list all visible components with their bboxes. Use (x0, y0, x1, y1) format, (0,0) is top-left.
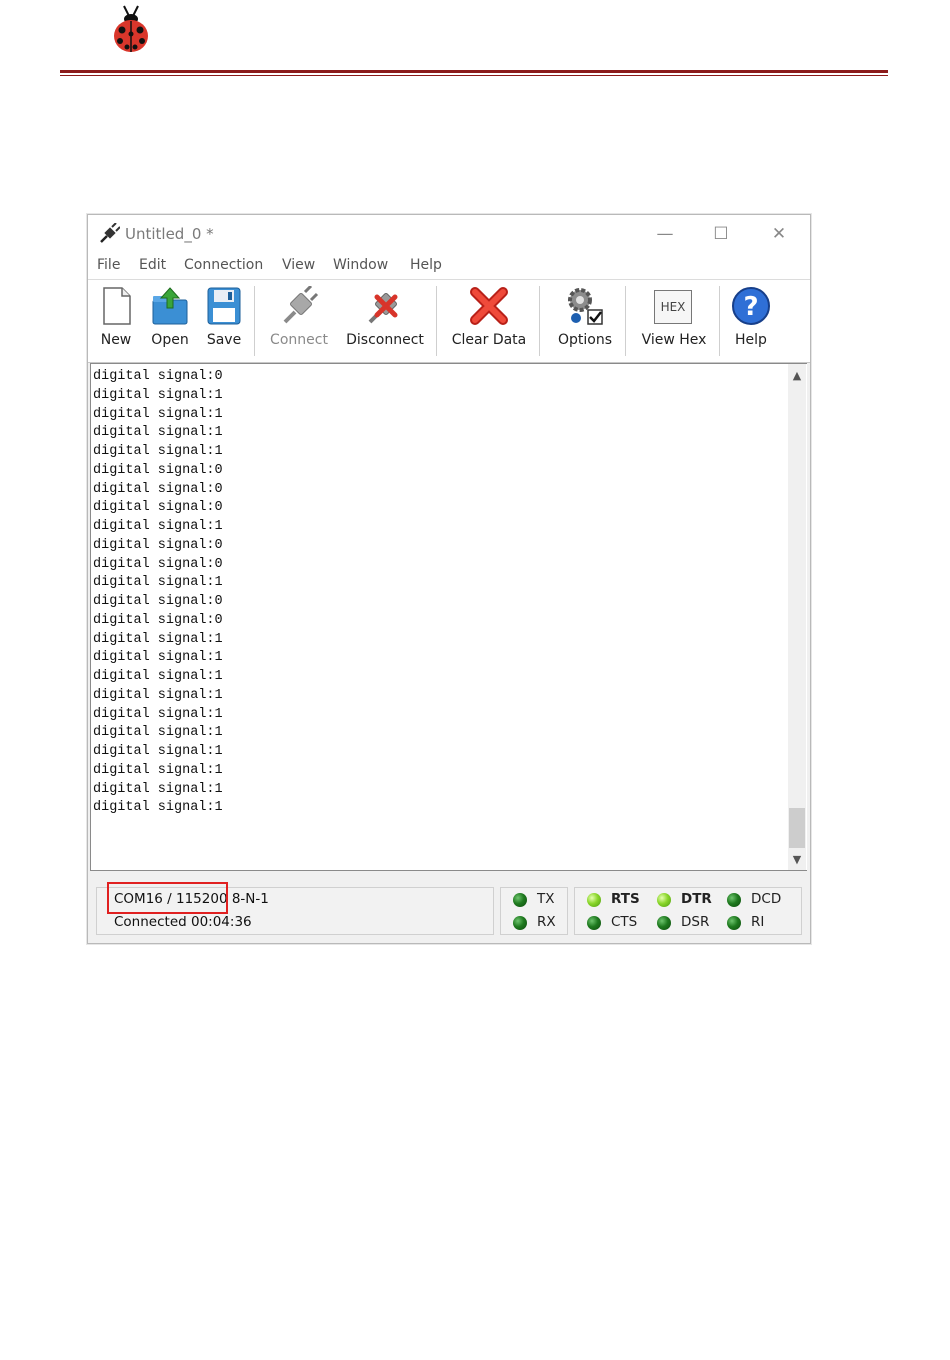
terminal-line: digital signal:1 (93, 706, 223, 722)
menu-window[interactable]: Window (333, 257, 388, 273)
terminal-line: digital signal:1 (93, 519, 223, 534)
connect-button[interactable]: Connect (264, 280, 334, 362)
scroll-down-icon[interactable]: ▼ (788, 850, 806, 868)
svg-text:?: ? (743, 292, 758, 322)
close-button[interactable]: ✕ (762, 221, 796, 247)
rts-label: RTS (611, 891, 640, 907)
toolbar: New Open Save Connect Disconnect Clear D… (88, 279, 810, 363)
connect-plug-icon (283, 286, 319, 324)
view-hex-button[interactable]: HEX View Hex (634, 280, 714, 362)
help-button[interactable]: ? Help (728, 280, 774, 362)
dsr-led-icon (657, 916, 671, 930)
menu-connection[interactable]: Connection (184, 257, 263, 273)
coolterm-window: Untitled_0 * — ☐ ✕ File Edit Connection … (87, 214, 811, 944)
terminal-line: digital signal:0 (93, 556, 223, 572)
scrollbar-thumb[interactable] (789, 808, 805, 848)
dcd-label: DCD (751, 891, 782, 907)
toolbar-separator (539, 286, 540, 356)
terminal-line: digital signal:0 (93, 500, 223, 516)
dtr-label: DTR (681, 891, 712, 907)
save-disk-icon (207, 287, 241, 325)
header-rule (60, 70, 888, 73)
terminal-line: digital signal:1 (93, 387, 223, 403)
connected-time: Connected 00:04:36 (114, 914, 252, 930)
scroll-up-icon[interactable]: ▲ (788, 366, 806, 384)
save-button[interactable]: Save (202, 280, 246, 362)
terminal-output[interactable]: digital signal:0 digital signal:1 digital … (90, 363, 807, 871)
terminal-line: digital signal:1 (93, 444, 223, 459)
terminal-line: digital signal:1 (93, 800, 223, 816)
rts-led-icon (587, 893, 601, 907)
terminal-line: digital signal:1 (93, 781, 223, 797)
hex-badge-icon: HEX (654, 290, 692, 324)
terminal-line: digital signal:1 (93, 744, 223, 759)
dcd-led-icon (727, 893, 741, 907)
title-bar: Untitled_0 * — ☐ ✕ (88, 215, 810, 253)
terminal-line: digital signal:1 (93, 669, 223, 684)
toolbar-separator (719, 286, 720, 356)
open-folder-icon (152, 287, 188, 325)
terminal-line: digital signal:1 (93, 650, 223, 666)
ladybug-logo-icon (114, 5, 148, 52)
window-title: Untitled_0 * (125, 225, 214, 243)
toolbar-separator (436, 286, 437, 356)
terminal-line: digital signal:1 (93, 406, 223, 422)
dtr-led-icon (657, 893, 671, 907)
port-highlight-box (107, 882, 228, 914)
terminal-line: digital signal:0 (93, 537, 223, 553)
terminal-line: digital signal:1 (93, 725, 223, 741)
disconnect-plug-icon (368, 293, 398, 324)
help-question-icon: ? (732, 287, 770, 325)
dsr-label: DSR (681, 914, 710, 930)
open-button[interactable]: Open (146, 280, 194, 362)
ri-label: RI (751, 914, 765, 930)
disconnect-button[interactable]: Disconnect (342, 280, 428, 362)
terminal-line: digital signal:0 (93, 594, 223, 609)
rx-label: RX (537, 914, 556, 930)
new-file-icon (103, 287, 131, 325)
tx-led-icon (513, 893, 527, 907)
menu-edit[interactable]: Edit (139, 257, 166, 273)
clear-data-button[interactable]: Clear Data (446, 280, 532, 362)
app-plug-icon (100, 223, 120, 243)
terminal-line: digital signal:0 (93, 369, 223, 384)
header-rule-thin (60, 75, 888, 76)
cts-label: CTS (611, 914, 638, 930)
menu-bar: File Edit Connection View Window Help (88, 253, 810, 279)
clear-x-icon (470, 287, 508, 325)
ri-led-icon (727, 916, 741, 930)
terminal-line: digital signal:0 (93, 612, 223, 628)
vertical-scrollbar[interactable]: ▲ ▼ (788, 364, 806, 870)
toolbar-separator (254, 286, 255, 356)
options-gear-icon (568, 288, 603, 325)
new-button[interactable]: New (94, 280, 138, 362)
minimize-button[interactable]: — (648, 221, 682, 247)
tx-label: TX (537, 891, 555, 907)
terminal-line: digital signal:0 (93, 462, 223, 478)
rx-led-icon (513, 916, 527, 930)
menu-help[interactable]: Help (410, 257, 442, 273)
terminal-line: digital signal:1 (93, 575, 223, 591)
terminal-line: digital signal:1 (93, 425, 223, 441)
options-button[interactable]: Options (548, 280, 622, 362)
menu-file[interactable]: File (97, 257, 120, 273)
cts-led-icon (587, 916, 601, 930)
terminal-line: digital signal:1 (93, 631, 223, 647)
terminal-line: digital signal:0 (93, 481, 223, 497)
terminal-line: digital signal:1 (93, 687, 223, 703)
terminal-line: digital signal:1 (93, 762, 223, 778)
txrx-panel: TX RX (500, 887, 568, 935)
toolbar-separator (625, 286, 626, 356)
menu-view[interactable]: View (282, 257, 315, 273)
maximize-button[interactable]: ☐ (704, 221, 738, 247)
terminal-lines: digital signal:0 digital signal:1 digital … (93, 368, 223, 818)
line-signals-panel: RTS CTS DTR DSR DCD RI (574, 887, 802, 935)
